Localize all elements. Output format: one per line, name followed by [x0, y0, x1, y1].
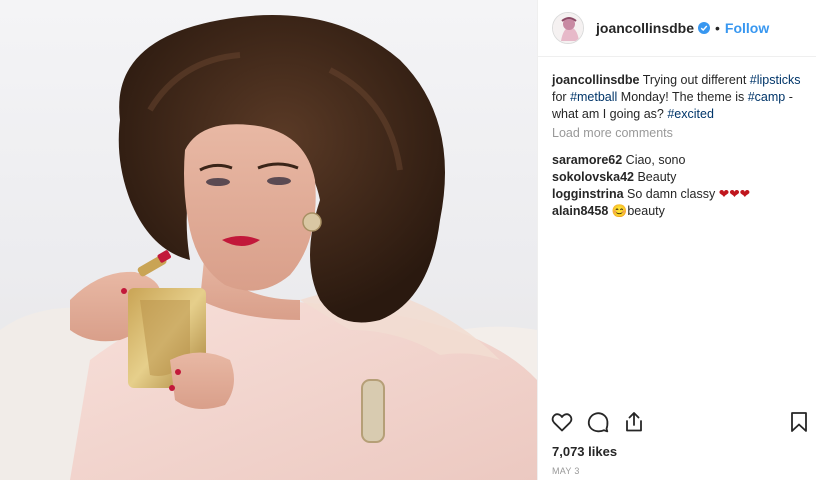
hashtag-metball[interactable]: #metball	[570, 90, 617, 104]
comment-item: alain8458 😊beauty	[552, 203, 807, 220]
caption-text-2: for	[552, 90, 571, 104]
post-image	[0, 15, 537, 480]
caption-text-1: Trying out different	[639, 73, 750, 87]
post-header: joancollinsdbe • Follow	[538, 0, 816, 57]
hashtag-lipsticks[interactable]: #lipsticks	[750, 73, 801, 87]
hashtag-camp[interactable]: #camp	[748, 90, 786, 104]
follow-button[interactable]: Follow	[725, 20, 769, 36]
caption-text-3: Monday! The theme is	[617, 90, 748, 104]
comment-username[interactable]: sokolovska42	[552, 170, 634, 184]
hashtag-excited[interactable]: #excited	[667, 107, 714, 121]
share-icon[interactable]	[622, 410, 648, 436]
verified-badge-icon	[698, 22, 711, 34]
likes-count[interactable]: 7,073 likes	[552, 444, 617, 459]
comment-icon[interactable]	[586, 410, 612, 436]
bookmark-icon[interactable]	[787, 410, 813, 436]
comment-text: Beauty	[634, 170, 677, 184]
load-more-comments[interactable]: Load more comments	[552, 125, 807, 142]
caption-username[interactable]: joancollinsdbe	[552, 73, 640, 87]
avatar[interactable]	[552, 12, 584, 44]
comment-item: saramore62 Ciao, sono	[552, 152, 807, 169]
comment-text: Ciao, sono	[622, 153, 686, 167]
comment-username[interactable]: saramore62	[552, 153, 622, 167]
heart-icon[interactable]	[550, 410, 576, 436]
action-bar	[538, 410, 816, 440]
comment-username[interactable]: alain8458	[552, 204, 608, 218]
header-username[interactable]: joancollinsdbe	[596, 20, 694, 36]
comment-username[interactable]: logginstrina	[552, 187, 624, 201]
comments-section: joancollinsdbe Trying out different #lip…	[552, 72, 807, 220]
comment-item: sokolovska42 Beauty	[552, 169, 807, 186]
post-caption: joancollinsdbe Trying out different #lip…	[552, 72, 807, 123]
post-side-panel: joancollinsdbe • Follow joancollinsdbe T…	[537, 0, 816, 480]
comment-item: logginstrina So damn classy ❤❤❤	[552, 186, 807, 203]
comment-text: So damn classy ❤❤❤	[623, 187, 751, 201]
header-separator: •	[715, 20, 720, 36]
post-date[interactable]: MAY 3	[552, 466, 580, 476]
post-photo[interactable]	[0, 0, 537, 480]
comment-text: 😊beauty	[608, 204, 665, 218]
hearts-emoji: ❤❤❤	[718, 187, 751, 201]
